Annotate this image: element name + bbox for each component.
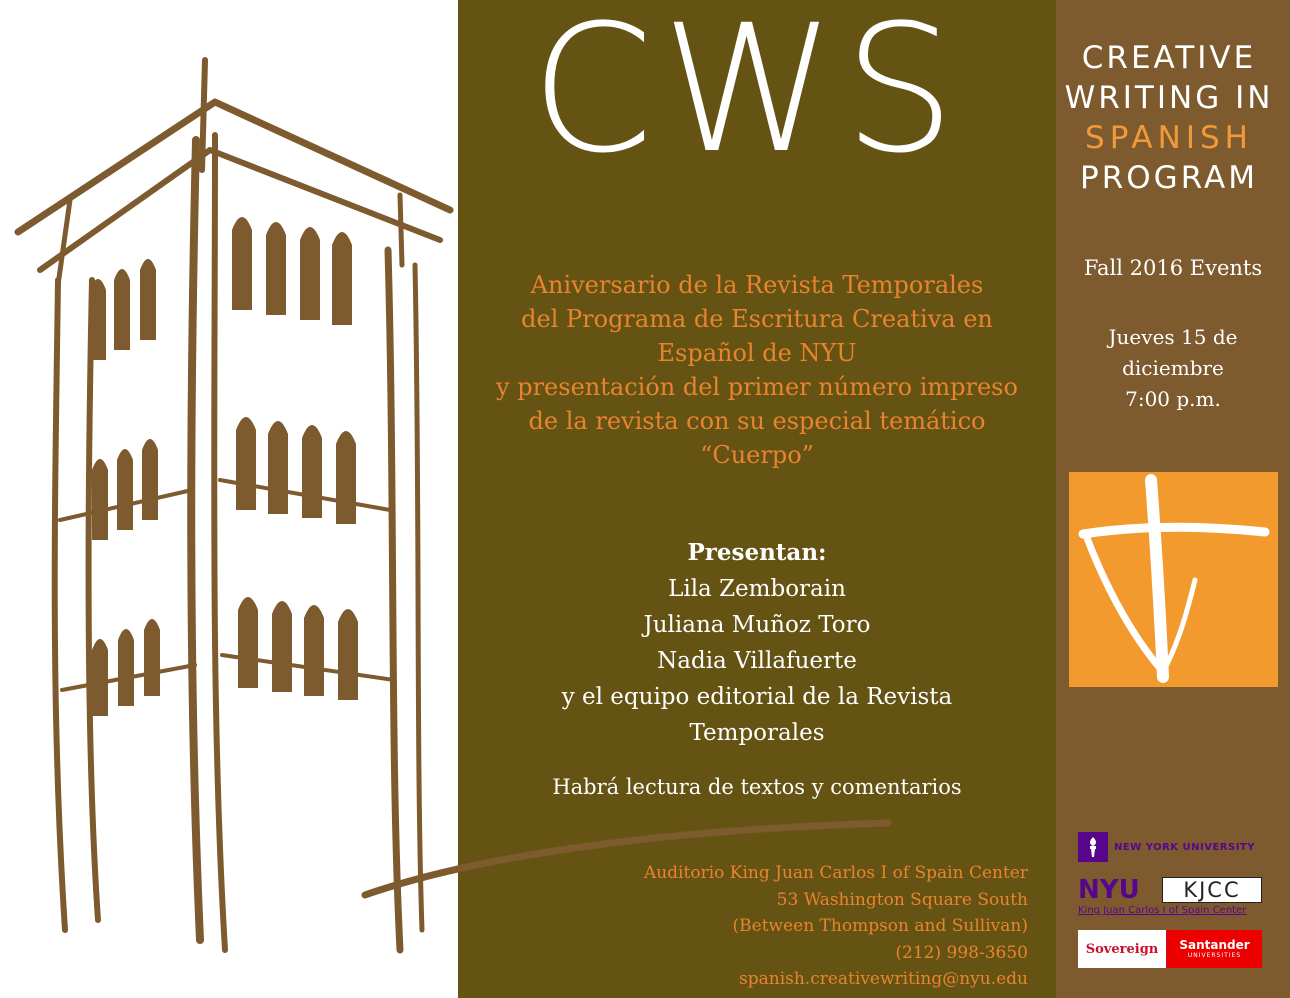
headline-line: de la revista con su especial temático	[528, 407, 986, 435]
venue-block: Auditorio King Juan Carlos I of Spain Ce…	[580, 860, 1028, 993]
kjcc-text: KJCC	[1183, 878, 1241, 902]
presenter-name: Temporales	[689, 720, 825, 746]
reading-note: Habrá lectura de textos y comentarios	[552, 775, 962, 799]
headline-line: Aniversario de la Revista Temporales	[530, 271, 984, 299]
event-time: 7:00 p.m.	[1125, 387, 1221, 411]
santander-logo: Santander UNIVERSITIES	[1167, 930, 1262, 968]
event-headline: Aniversario de la Revista Temporales del…	[458, 268, 1056, 472]
venue-email[interactable]: spanish.creativewriting@nyu.edu	[580, 966, 1028, 993]
headline-line: “Cuerpo”	[700, 441, 814, 469]
presenter-name: Nadia Villafuerte	[657, 648, 857, 674]
event-date: Jueves 15 de diciembre 7:00 p.m.	[1056, 322, 1290, 415]
nyu-wordmark: NYU	[1078, 875, 1140, 905]
cws-logo: CWS	[530, 0, 964, 192]
santander-name: Santander	[1179, 938, 1250, 952]
program-title-line: WRITING IN	[1064, 80, 1274, 116]
cross-emblem-icon	[1078, 474, 1270, 683]
presenter-name: y el equipo editorial de la Revista	[561, 684, 953, 710]
nyu-logo: NEW YORK UNIVERSITY	[1078, 832, 1255, 862]
venue-name: Auditorio King Juan Carlos I of Spain Ce…	[643, 863, 1028, 883]
kjcc-logo: NYU KJCC King Juan Carlos I of Spain Cen…	[1078, 876, 1264, 920]
headline-line: Español de NYU	[657, 339, 857, 367]
headline-line: y presentación del primer número impreso	[496, 373, 1018, 401]
events-label: Fall 2016 Events	[1083, 256, 1263, 280]
nyu-small-text: NEW YORK UNIVERSITY	[1114, 841, 1255, 853]
program-title-line: PROGRAM	[1080, 160, 1258, 196]
program-title: CREATIVE WRITING IN SPANISH PROGRAM	[1056, 38, 1282, 198]
event-date-line: diciembre	[1122, 356, 1224, 380]
headline-line: del Programa de Escritura Creativa en	[521, 305, 993, 333]
venue-phone: (212) 998-3650	[895, 942, 1028, 963]
presenters-block: Presentan: Lila Zemborain Juliana Muñoz …	[458, 535, 1056, 751]
program-title-line: SPANISH	[1085, 120, 1253, 156]
torch-icon	[1078, 832, 1108, 862]
sponsor-logos: Sovereign Santander UNIVERSITIES	[1078, 930, 1262, 968]
presenters-heading: Presentan:	[687, 539, 827, 566]
program-title-line: CREATIVE	[1081, 40, 1257, 76]
cross-emblem	[1069, 472, 1278, 687]
venue-address: 53 Washington Square South	[776, 889, 1028, 910]
kjcc-caption: King Juan Carlos I of Spain Center	[1078, 905, 1247, 916]
kjcc-mark: KJCC	[1162, 877, 1262, 903]
sovereign-logo: Sovereign	[1078, 930, 1167, 968]
venue-cross-streets: (Between Thompson and Sullivan)	[732, 916, 1028, 936]
event-date-line: Jueves 15 de	[1108, 325, 1238, 349]
presenter-name: Juliana Muñoz Toro	[643, 612, 871, 638]
presenter-name: Lila Zemborain	[668, 576, 846, 602]
santander-subtitle: UNIVERSITIES	[1187, 952, 1242, 959]
